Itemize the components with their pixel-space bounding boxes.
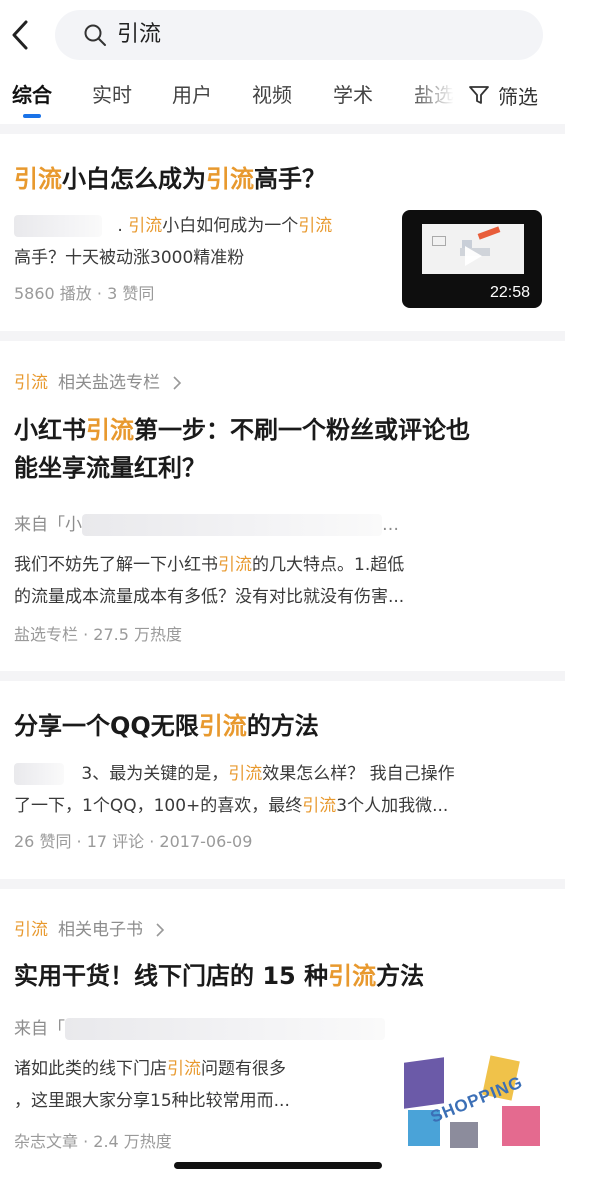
filter-funnel-icon <box>469 86 489 104</box>
result-meta: 杂志文章 · 2.4 万热度 <box>14 1132 172 1151</box>
video-thumbnail[interactable]: 22:58 <box>402 210 542 308</box>
tab-realtime[interactable]: 实时 <box>92 80 132 110</box>
section-divider <box>0 671 565 681</box>
search-query: 引流 <box>117 22 162 47</box>
search-input[interactable]: 引流 <box>55 10 543 60</box>
result-title[interactable]: 实用干货！线下门店的 15 种引流方法 <box>14 957 554 995</box>
result-snippet: 诸如此类的线下门店引流问题有很多 ，这里跟大家分享15种比较常用而... <box>14 1059 290 1111</box>
result-title[interactable]: 引流小白怎么成为引流高手？ <box>14 160 554 198</box>
chevron-right-icon <box>173 376 182 390</box>
result-card-column[interactable]: 引流 相关盐选专栏 小红书引流第一步：不刷一个粉丝或评论也 能坐享流量红利？ 来… <box>0 341 598 671</box>
tab-users[interactable]: 用户 <box>172 80 212 110</box>
play-icon <box>465 246 482 266</box>
tab-fade-overlay <box>410 72 465 122</box>
result-title[interactable]: 小红书引流第一步：不刷一个粉丝或评论也 能坐享流量红利？ <box>14 411 554 487</box>
result-snippet: . 引流小白如何成为一个引流 高手？十天被动涨3000精准粉 <box>14 215 333 268</box>
active-tab-indicator <box>23 114 41 118</box>
keyword-highlight: 引流 <box>14 165 62 193</box>
filter-label: 筛选 <box>498 84 538 109</box>
related-column-tag[interactable]: 引流 相关盐选专栏 <box>14 369 182 397</box>
title-text: 小白怎么成为 <box>62 165 206 193</box>
video-duration: 22:58 <box>489 284 530 301</box>
blurred-author <box>14 215 102 237</box>
tab-comprehensive[interactable]: 综合 <box>12 80 52 110</box>
section-divider <box>0 879 565 889</box>
result-snippet: 我们不妨先了解一下小红书引流的几大特点。1.超低 的流量成本流量成本有多低？没有… <box>14 555 405 607</box>
title-text: 高手？ <box>254 165 326 193</box>
result-title[interactable]: 分享一个QQ无限引流的方法 <box>14 707 554 745</box>
result-source: 来自「小… <box>14 514 399 536</box>
top-bar: 引流 <box>0 0 598 70</box>
back-arrow-icon[interactable] <box>8 18 34 52</box>
chevron-right-icon <box>156 923 165 937</box>
related-ebook-tag[interactable]: 引流 相关电子书 <box>14 916 165 944</box>
keyword-highlight: 引流 <box>206 165 254 193</box>
section-divider <box>0 331 565 341</box>
result-card-article[interactable]: 分享一个QQ无限引流的方法 3、最为关键的是，引流效果怎么样？ 我自己操作 了一… <box>0 681 598 877</box>
result-source: 来自「 <box>14 1013 385 1045</box>
filter-button[interactable]: 筛选 <box>468 80 538 110</box>
blurred-source <box>82 514 382 536</box>
home-indicator[interactable] <box>174 1162 382 1169</box>
blurred-source <box>65 1018 385 1040</box>
section-divider <box>0 124 565 134</box>
result-meta: 盐选专栏 · 27.5 万热度 <box>14 625 182 644</box>
result-snippet: 3、最为关键的是，引流效果怎么样？ 我自己操作 了一下，1个QQ，100+的喜欢… <box>14 763 455 816</box>
result-meta: 5860 播放 · 3 赞同 <box>14 284 155 303</box>
blurred-author <box>14 763 64 785</box>
tab-academic[interactable]: 学术 <box>333 80 373 110</box>
tab-videos[interactable]: 视频 <box>252 80 292 110</box>
search-icon <box>83 23 107 47</box>
ebook-cover-image[interactable]: SHOPPING <box>398 1052 546 1152</box>
result-meta: 26 赞同 · 17 评论 · 2017-06-09 <box>14 832 253 851</box>
tab-bar: 综合 实时 用户 视频 学术 盐选 筛选 <box>0 72 598 122</box>
